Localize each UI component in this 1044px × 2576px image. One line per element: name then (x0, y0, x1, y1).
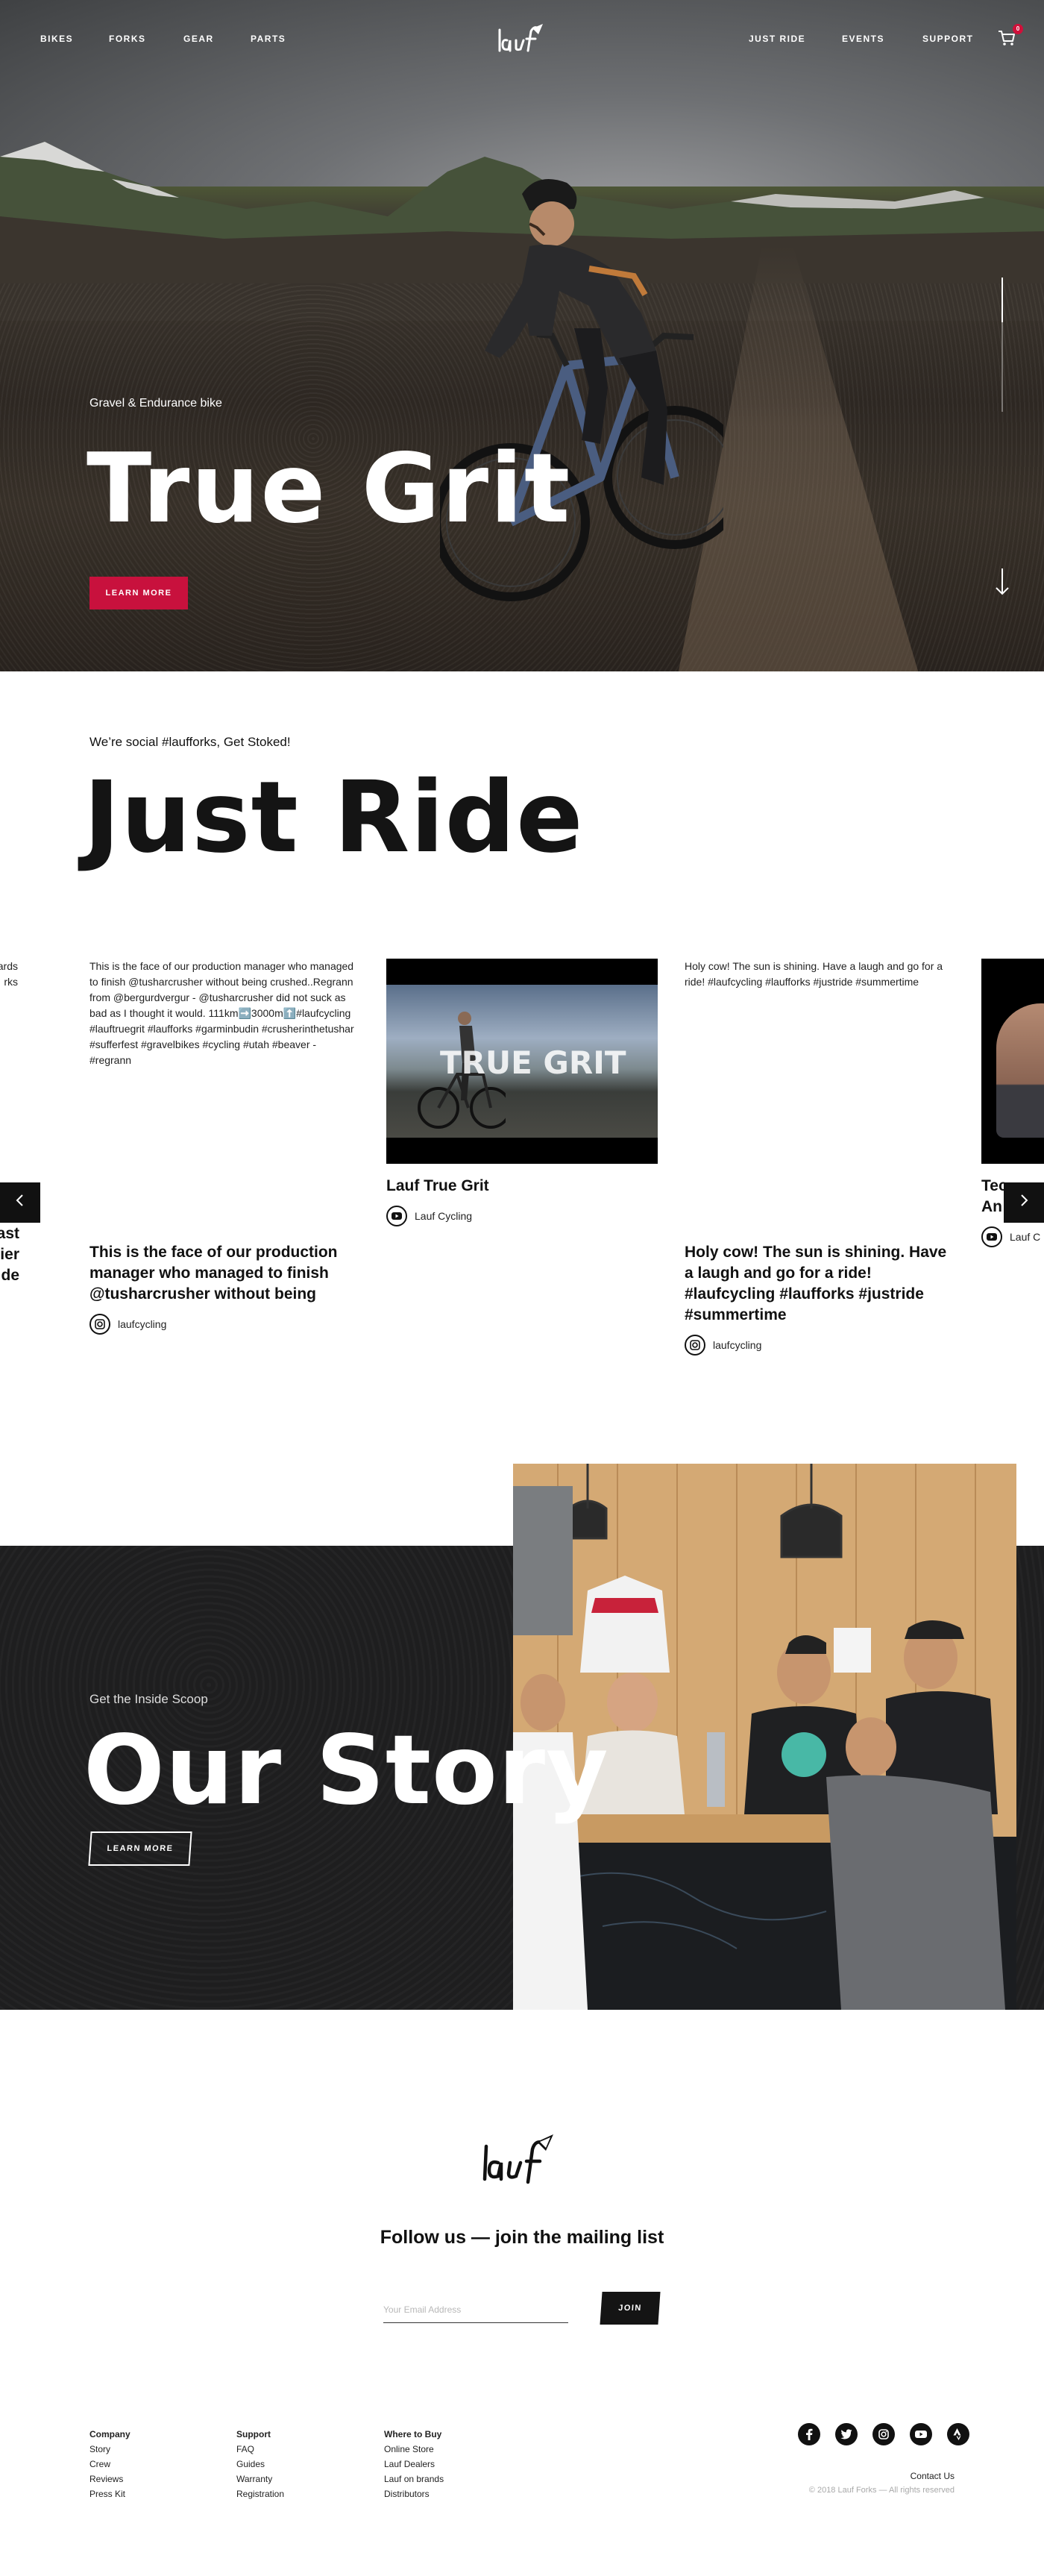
contact-us-link[interactable]: Contact Us (820, 2471, 955, 2481)
cart-icon[interactable] (998, 30, 1016, 46)
hero-learn-more-button[interactable]: LEARN MORE (89, 577, 188, 609)
social-card[interactable]: TRUE GRIT Lauf True Grit Lauf Cycling (386, 959, 658, 1226)
card-source[interactable]: Lauf Cycling (386, 1206, 658, 1226)
nav-events[interactable]: EVENTS (842, 34, 884, 44)
footer-link-lauf-dealers[interactable]: Lauf Dealers (384, 2457, 444, 2472)
card-source[interactable]: Lauf C (981, 1226, 1044, 1247)
footer-link-story[interactable]: Story (89, 2442, 130, 2457)
story-kicker: Get the Inside Scoop (89, 1692, 208, 1706)
card-caption: wards rks (0, 960, 18, 988)
card-caption: Holy cow! The sun is shining. Have a lau… (685, 960, 943, 988)
video-thumbnail[interactable] (981, 959, 1044, 1164)
social-card[interactable]: wards rks e last cier stride (0, 959, 19, 1286)
footer-link-reviews[interactable]: Reviews (89, 2472, 130, 2486)
card-source[interactable]: laufcycling (89, 1314, 361, 1335)
footer-column-support: Support FAQ Guides Warranty Registration (236, 2427, 284, 2501)
video-thumbnail[interactable]: TRUE GRIT (386, 959, 658, 1164)
chevron-right-icon (1021, 1194, 1028, 1206)
lauf-logo[interactable] (476, 2130, 568, 2190)
footer-column-where-to-buy: Where to Buy Online Store Lauf Dealers L… (384, 2427, 444, 2501)
nav-just-ride[interactable]: JUST RIDE (749, 34, 805, 44)
social-title: Just Ride (84, 760, 584, 875)
story-learn-more-button[interactable]: LEARN MORE (88, 1831, 192, 1866)
twitter-icon[interactable] (835, 2423, 858, 2445)
footer-heading: Company (89, 2429, 130, 2439)
card-headline: e last cier stride (0, 1225, 19, 1284)
instagram-icon[interactable] (872, 2423, 895, 2445)
social-card[interactable]: Holy cow! The sun is shining. Have a lau… (685, 959, 956, 1356)
card-headline: Holy cow! The sun is shining. Have a lau… (685, 1244, 947, 1323)
youtube-icon[interactable] (910, 2423, 932, 2445)
card-source[interactable]: laufcycling (685, 1335, 956, 1356)
footer-heading: Support (236, 2429, 271, 2439)
instagram-icon (685, 1335, 705, 1356)
social-card[interactable]: This is the face of our production manag… (89, 959, 361, 1335)
main-nav: BIKES FORKS GEAR PARTS JUST RIDE EVENTS … (0, 0, 1044, 75)
carousel-prev-button[interactable] (0, 1182, 40, 1223)
footer-link-crew[interactable]: Crew (89, 2457, 130, 2472)
copyright-text: © 2018 Lauf Forks — All rights reserved (808, 2486, 955, 2495)
hero-title: True Grit (87, 433, 572, 545)
social-kicker: We’re social #laufforks, Get Stoked! (89, 735, 291, 749)
scroll-progress (1001, 278, 1003, 412)
footer-link-registration[interactable]: Registration (236, 2486, 284, 2501)
nav-support[interactable]: SUPPORT (922, 34, 974, 44)
nav-bikes[interactable]: BIKES (40, 34, 73, 44)
newsletter-title: Follow us — join the mailing list (380, 2227, 664, 2248)
card-source-name: laufcycling (713, 1339, 762, 1351)
nav-parts[interactable]: PARTS (251, 34, 286, 44)
card-headline: Lauf True Grit (386, 1177, 489, 1194)
card-caption: This is the face of our production manag… (89, 960, 354, 1066)
email-field[interactable] (383, 2296, 568, 2323)
social-links (783, 2423, 969, 2445)
social-carousel: wards rks e last cier stride This is the… (0, 959, 1044, 1361)
footer-link-warranty[interactable]: Warranty (236, 2472, 284, 2486)
card-source-name: laufcycling (118, 1318, 167, 1330)
strava-icon[interactable] (947, 2423, 969, 2445)
footer-column-company: Company Story Crew Reviews Press Kit (89, 2427, 130, 2501)
footer-link-online-store[interactable]: Online Store (384, 2442, 444, 2457)
hero-kicker: Gravel & Endurance bike (89, 397, 222, 410)
carousel-next-button[interactable] (1004, 1182, 1044, 1223)
instagram-icon (89, 1314, 110, 1335)
footer-link-lauf-on-brands[interactable]: Lauf on brands (384, 2472, 444, 2486)
story-title: Our Story (84, 1715, 609, 1826)
lauf-logo[interactable] (494, 21, 553, 57)
chevron-left-icon (16, 1194, 23, 1206)
footer-link-guides[interactable]: Guides (236, 2457, 284, 2472)
hero-section: BIKES FORKS GEAR PARTS JUST RIDE EVENTS … (0, 0, 1044, 671)
card-source-name: Lauf Cycling (415, 1210, 473, 1222)
scroll-down-arrow-icon[interactable] (993, 567, 1011, 597)
card-headline: This is the face of our production manag… (89, 1244, 338, 1303)
footer-link-distributors[interactable]: Distributors (384, 2486, 444, 2501)
footer-link-faq[interactable]: FAQ (236, 2442, 284, 2457)
nav-forks[interactable]: FORKS (109, 34, 146, 44)
facebook-icon[interactable] (798, 2423, 820, 2445)
join-button[interactable]: JOIN (600, 2292, 661, 2325)
video-title-overlay: TRUE GRIT (440, 1044, 626, 1081)
footer-heading: Where to Buy (384, 2429, 442, 2439)
nav-gear[interactable]: GEAR (183, 34, 214, 44)
youtube-icon (981, 1226, 1002, 1247)
cart-count-badge: 0 (1013, 24, 1023, 34)
footer-link-press-kit[interactable]: Press Kit (89, 2486, 130, 2501)
youtube-icon (386, 1206, 407, 1226)
card-source-name: Lauf C (1010, 1231, 1041, 1243)
